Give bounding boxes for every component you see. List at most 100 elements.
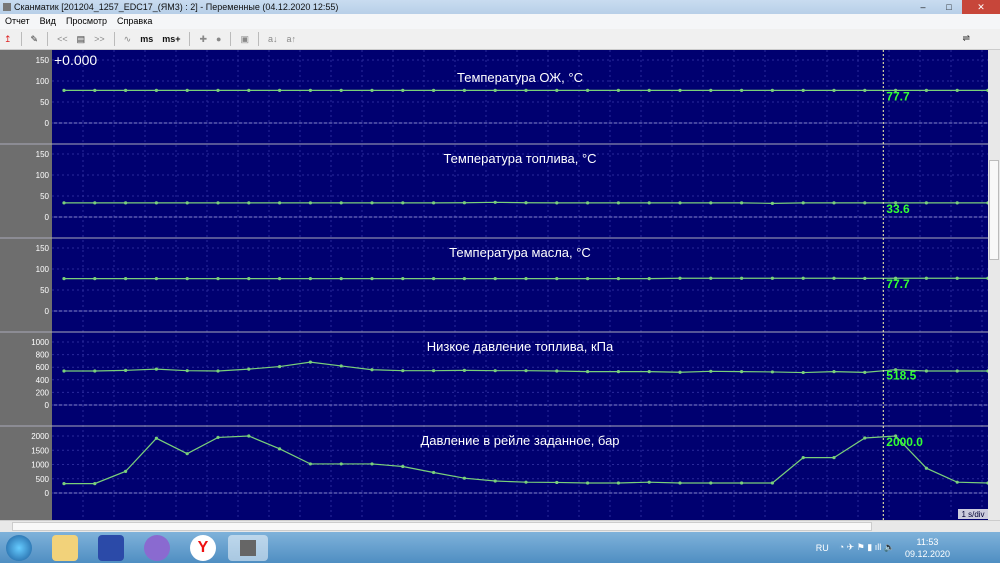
data-point — [401, 464, 405, 469]
data-point — [586, 88, 590, 92]
y-tick-label: 0 — [45, 489, 50, 498]
data-point — [462, 368, 466, 372]
time-scale-label: 1 s/div — [961, 510, 984, 519]
wave-icon[interactable]: ∿ — [124, 34, 132, 45]
y-tick-label: 150 — [36, 244, 50, 253]
app-icon — [3, 3, 11, 11]
data-point — [709, 88, 713, 92]
prev-icon[interactable]: << — [57, 34, 68, 44]
y-tick-label: 200 — [36, 388, 50, 397]
menu-view[interactable]: Вид — [40, 14, 56, 29]
data-point — [493, 277, 497, 281]
data-point — [740, 88, 744, 92]
list-icon[interactable]: ▤ — [77, 34, 86, 45]
data-point — [524, 480, 528, 484]
minimize-button[interactable]: – — [910, 0, 936, 14]
ms-minus-icon[interactable]: ms — [140, 34, 153, 44]
data-point — [678, 276, 682, 280]
tray-icons[interactable]: ◔ ✈ ⚑ ▮ ıll 🔈 — [839, 542, 895, 553]
data-point — [308, 277, 312, 281]
scanmatik-taskbar-button[interactable] — [228, 535, 268, 561]
torrent-icon[interactable] — [144, 535, 170, 561]
data-point — [339, 88, 343, 92]
data-point — [216, 369, 220, 373]
taskbar: Y RU ◔ ✈ ⚑ ▮ ıll 🔈 11:53 09.12.2020 — [0, 532, 1000, 563]
chart-area[interactable]: 150100500Температура ОЖ, °С77.7150100500… — [0, 50, 988, 520]
record-icon[interactable]: ● — [216, 34, 221, 44]
font-up-icon[interactable]: a↑ — [286, 34, 296, 44]
data-point — [524, 369, 528, 373]
language-indicator[interactable]: RU — [816, 543, 829, 553]
data-point — [770, 370, 775, 374]
data-point — [647, 480, 651, 484]
maximize-button[interactable]: □ — [936, 0, 962, 14]
data-point — [955, 480, 959, 484]
data-point — [124, 277, 128, 281]
yandex-browser-icon[interactable]: Y — [190, 535, 216, 561]
save-image-icon[interactable]: ▣ — [240, 34, 249, 45]
data-point — [955, 369, 959, 373]
data-point — [740, 370, 744, 374]
explorer-icon[interactable] — [52, 535, 78, 561]
data-point — [493, 369, 497, 373]
crosshair-icon[interactable]: ✚ — [199, 34, 207, 45]
y-tick-label: 100 — [36, 265, 50, 274]
panel-title: Давление в рейле заданное, бар — [420, 433, 619, 448]
y-tick-label: 0 — [45, 119, 50, 128]
menu-report[interactable]: Отчет — [5, 14, 30, 29]
cursor-value: 518.5 — [886, 369, 916, 383]
data-point — [586, 481, 590, 485]
data-point — [370, 201, 374, 205]
data-point — [647, 277, 651, 281]
data-point — [216, 435, 220, 440]
edit-icon[interactable]: ✎ — [31, 34, 39, 45]
data-point — [370, 277, 374, 281]
export-icon[interactable]: ↥ — [4, 34, 12, 45]
clock[interactable]: 11:53 09.12.2020 — [905, 536, 950, 560]
y-tick-label: 50 — [40, 286, 49, 295]
menu-help[interactable]: Справка — [117, 14, 152, 29]
data-point — [832, 276, 836, 280]
data-point — [93, 277, 97, 281]
data-point — [93, 88, 97, 92]
usb-icon[interactable]: ⇌ — [962, 33, 970, 44]
horizontal-scrollbar[interactable] — [0, 520, 1000, 532]
data-point — [432, 88, 436, 92]
data-point — [924, 276, 929, 280]
data-point — [62, 201, 66, 205]
data-point — [678, 370, 682, 374]
close-button[interactable]: ✕ — [962, 0, 1000, 14]
y-tick-label: 800 — [36, 351, 50, 360]
data-point — [216, 201, 220, 205]
floppy-icon[interactable] — [98, 535, 124, 561]
data-point — [678, 201, 682, 205]
vertical-scrollbar[interactable] — [988, 50, 1000, 520]
data-point — [247, 88, 251, 92]
data-point — [462, 88, 466, 92]
data-point — [62, 369, 66, 373]
data-point — [154, 201, 158, 205]
menu-browse[interactable]: Просмотр — [66, 14, 107, 29]
cursor-value: 2000.0 — [886, 435, 923, 449]
data-point — [401, 277, 405, 281]
data-point — [832, 201, 836, 205]
data-point — [832, 456, 836, 460]
data-point — [616, 201, 621, 205]
data-point — [370, 88, 374, 92]
ms-plus-icon[interactable]: ms+ — [162, 34, 180, 44]
next-icon[interactable]: >> — [94, 34, 105, 44]
data-point — [863, 201, 867, 205]
data-point — [308, 88, 312, 92]
data-point — [185, 88, 189, 92]
data-point — [62, 277, 66, 281]
data-point — [124, 88, 128, 92]
panel-title: Температура масла, °С — [449, 245, 591, 260]
data-point — [832, 88, 836, 92]
data-point — [801, 276, 805, 280]
font-down-icon[interactable]: a↓ — [268, 34, 278, 44]
start-button[interactable] — [6, 535, 32, 561]
data-point — [124, 201, 128, 205]
data-point — [955, 88, 959, 92]
data-point — [462, 201, 466, 205]
data-point — [555, 201, 559, 205]
